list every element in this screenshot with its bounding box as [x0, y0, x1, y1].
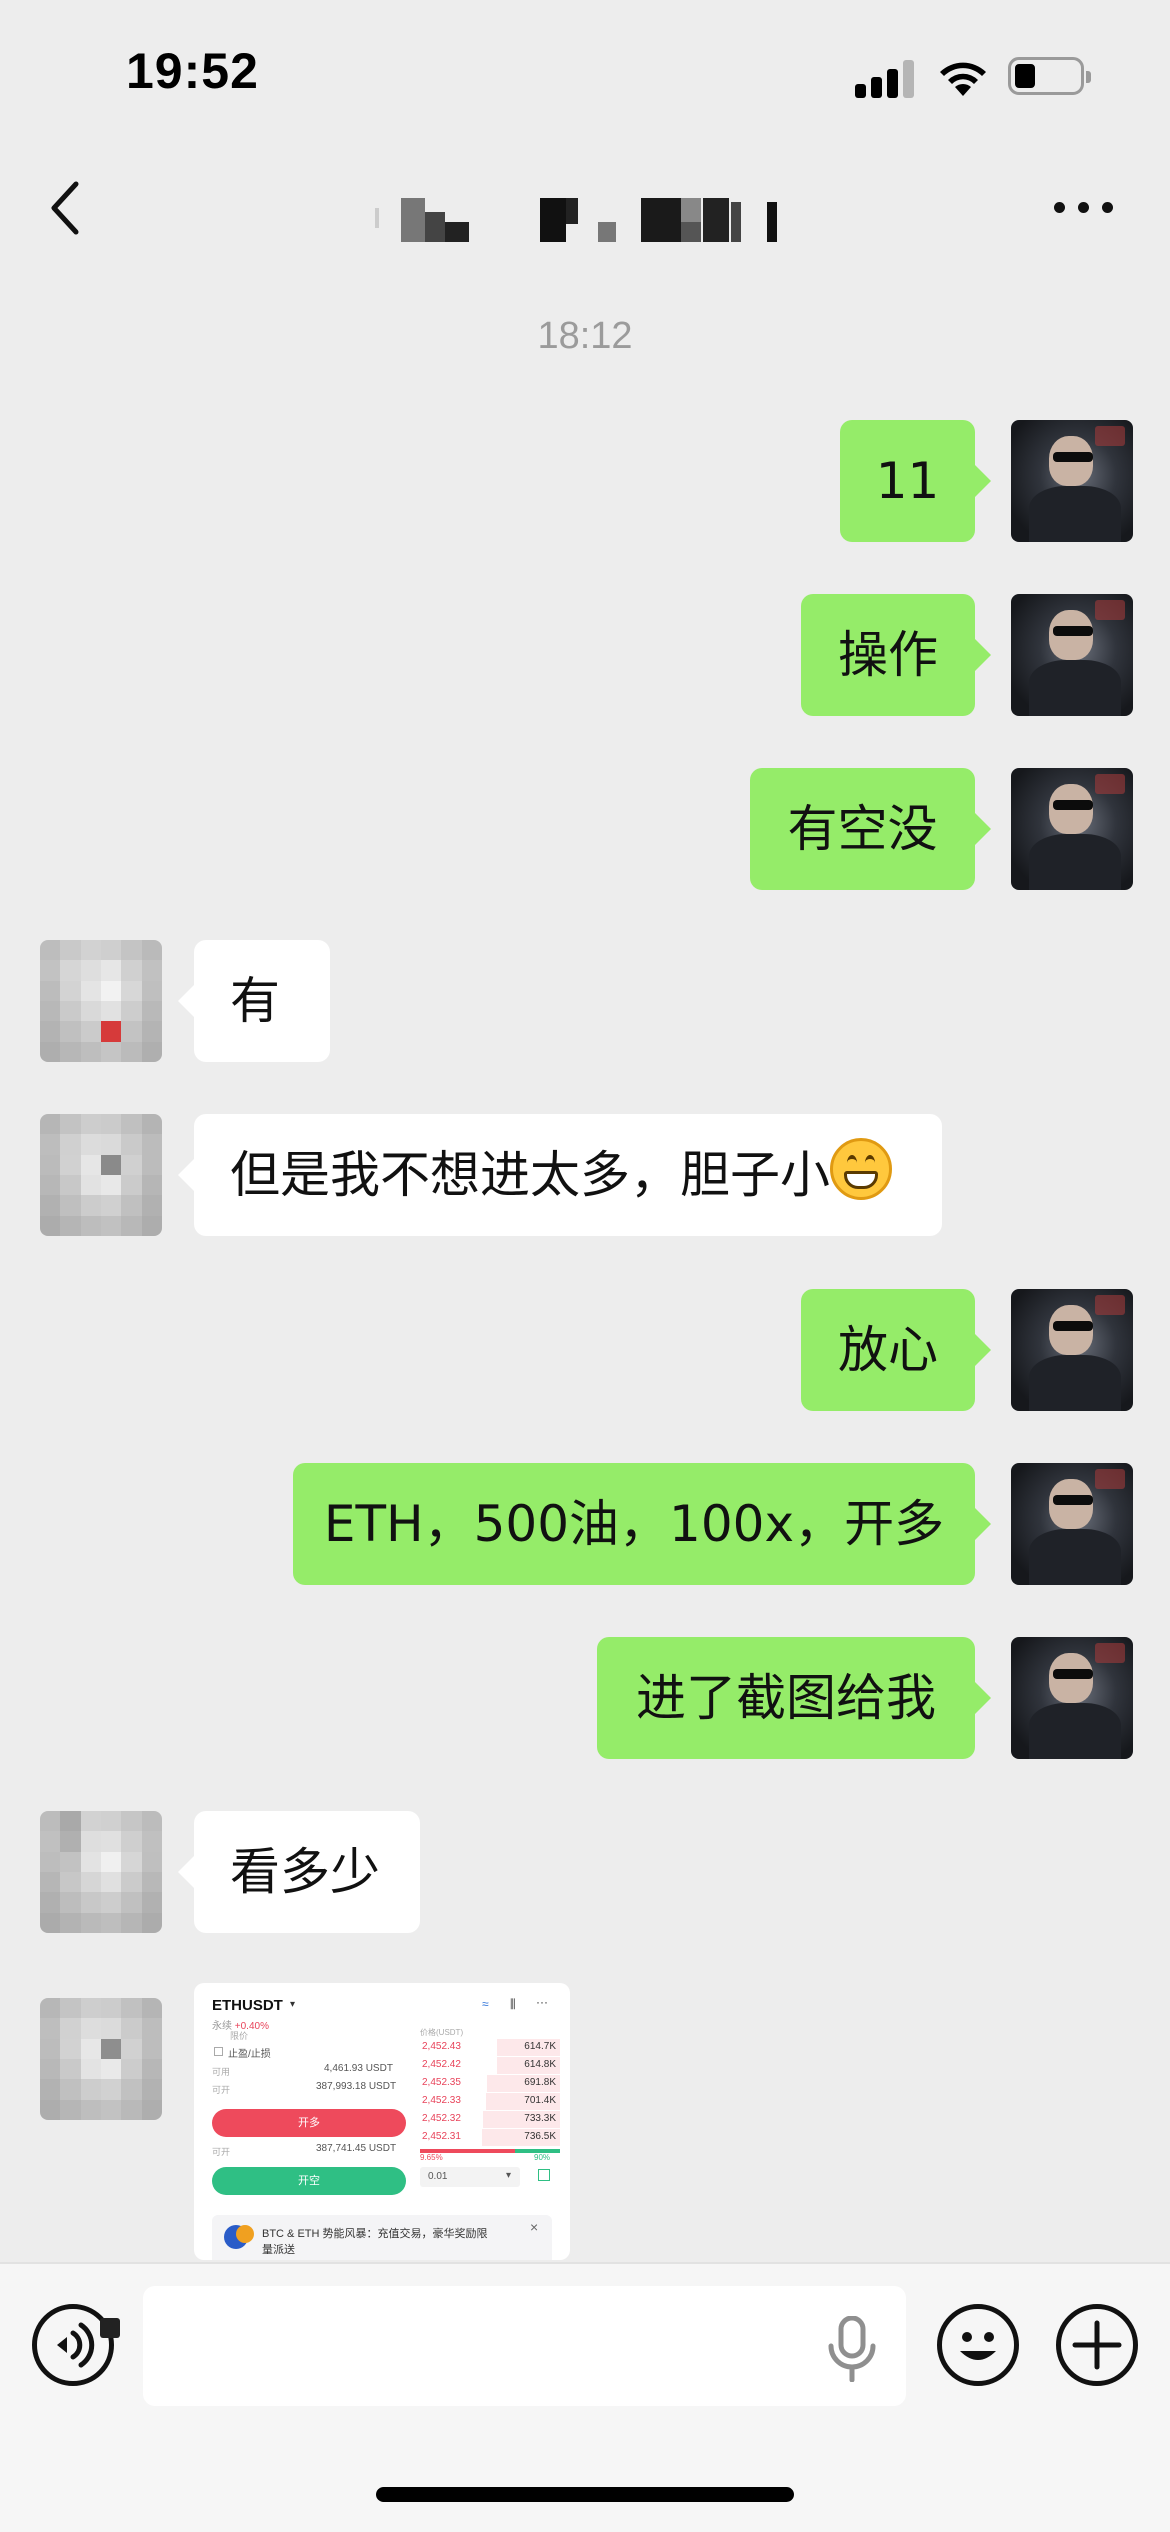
- order-book-row: 2,452.35 691.8K: [420, 2075, 560, 2092]
- candles-icon: ⫼: [510, 1997, 516, 2011]
- open-short-button: 开空: [212, 2167, 406, 2195]
- caret-down-icon: ▾: [506, 2170, 512, 2181]
- wifi-icon: [940, 62, 986, 96]
- my-avatar[interactable]: [1011, 768, 1133, 890]
- more-icon: ···: [536, 1995, 548, 2009]
- checkbox: [214, 2047, 223, 2056]
- my-avatar[interactable]: [1011, 420, 1133, 542]
- battery-icon: [1008, 57, 1091, 95]
- status-bar: 19:52: [0, 0, 1170, 150]
- open-short-value: 387,741.45 USDT: [316, 2143, 397, 2154]
- message-bubble-incoming[interactable]: 有: [178, 940, 330, 1062]
- chat-timestamp: 18:12: [537, 315, 633, 357]
- nav-bar: [0, 150, 1170, 270]
- emoji-smile-icon[interactable]: [937, 2304, 1019, 2386]
- pair-name: ETHUSDT: [212, 1997, 283, 2014]
- contact-avatar[interactable]: [40, 940, 162, 1062]
- available-value: 4,461.93 USDT: [324, 2063, 393, 2074]
- promo-banner: BTC & ETH 势能风暴：充值交易，豪华奖励限 量派送 ×: [212, 2215, 552, 2260]
- message-bubble-outgoing[interactable]: ETH，500油，100x，开多: [293, 1463, 991, 1585]
- cellular-signal-icon: [855, 60, 915, 98]
- ratio-sell: 90%: [534, 2153, 551, 2162]
- close-icon: ×: [530, 2219, 539, 2235]
- home-indicator[interactable]: [376, 2487, 794, 2502]
- ratio-buy: 9.65%: [420, 2153, 443, 2162]
- order-book-row: 2,452.33 701.4K: [420, 2093, 560, 2110]
- step-select: 0.01 ▾: [420, 2167, 520, 2187]
- order-book-row: 2,452.32 733.3K: [420, 2111, 560, 2128]
- message-bubble-outgoing[interactable]: 操作: [801, 594, 991, 716]
- message-bubble-incoming[interactable]: 但是我不想进太多，胆子小: [178, 1114, 942, 1236]
- limit-label: 限价: [230, 2031, 249, 2041]
- open-long-value: 387,993.18 USDT: [316, 2081, 397, 2092]
- contact-avatar[interactable]: [40, 1811, 162, 1933]
- message-text: 但是我不想进太多，胆子小: [230, 1146, 830, 1204]
- image-message-trading-screenshot[interactable]: ETHUSDT ▾ 永续 +0.40% 限价 止盈/止损 可用 4,461.93…: [194, 1983, 570, 2260]
- message-bubble-outgoing[interactable]: 有空没: [750, 768, 991, 890]
- plus-icon[interactable]: [1056, 2304, 1138, 2386]
- my-avatar[interactable]: [1011, 1289, 1133, 1411]
- contact-avatar[interactable]: [40, 1998, 162, 2120]
- order-book-row: 2,452.42 614.8K: [420, 2057, 560, 2074]
- order-book-row: 2,452.43 614.7K: [420, 2039, 560, 2056]
- back-chevron-icon[interactable]: [40, 172, 100, 242]
- my-avatar[interactable]: [1011, 1637, 1133, 1759]
- voice-icon-accent: [100, 2318, 120, 2338]
- message-input[interactable]: [143, 2286, 906, 2406]
- contact-avatar[interactable]: [40, 1114, 162, 1236]
- open-long-button: 开多: [212, 2109, 406, 2137]
- tpsl-label: 止盈/止损: [228, 2049, 271, 2060]
- grin-emoji-icon: [830, 1138, 892, 1200]
- more-options-icon[interactable]: [1052, 198, 1116, 218]
- caret-down-icon: ▾: [290, 1999, 296, 2010]
- microphone-icon[interactable]: [826, 2316, 878, 2382]
- open-label: 可开: [212, 2085, 231, 2095]
- coin-icon: [236, 2225, 254, 2243]
- voice-icon[interactable]: [32, 2304, 114, 2386]
- layout-toggle-icon: [538, 2169, 550, 2181]
- message-bubble-outgoing[interactable]: 11: [840, 420, 991, 542]
- status-time: 19:52: [126, 43, 259, 99]
- chat-title-redacted: [375, 198, 795, 242]
- available-label: 可用: [212, 2067, 231, 2077]
- message-bubble-outgoing[interactable]: 放心: [801, 1289, 991, 1411]
- my-avatar[interactable]: [1011, 1463, 1133, 1585]
- my-avatar[interactable]: [1011, 594, 1133, 716]
- message-bubble-incoming[interactable]: 看多少: [178, 1811, 420, 1933]
- message-bubble-outgoing[interactable]: 进了截图给我: [597, 1637, 991, 1759]
- book-header: 价格(USDT): [420, 2028, 464, 2037]
- order-book-row: 2,452.31 736.5K: [420, 2129, 560, 2146]
- chart-icon: ≈: [482, 1997, 489, 2011]
- open-label: 可开: [212, 2147, 231, 2157]
